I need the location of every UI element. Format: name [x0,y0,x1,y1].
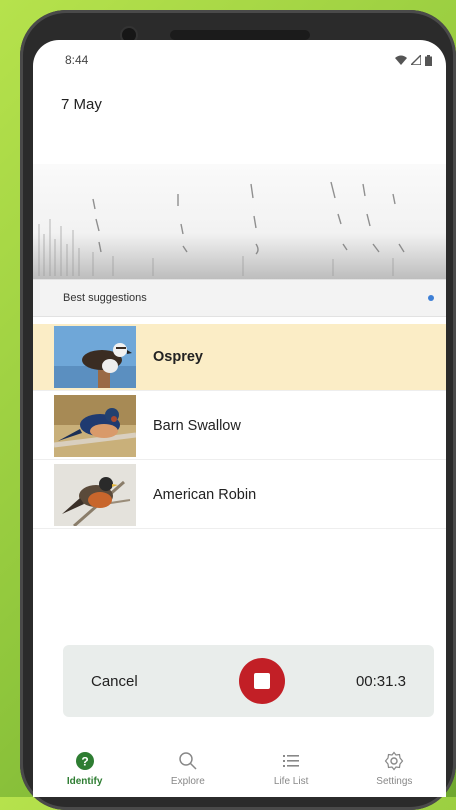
spectrogram [33,164,446,279]
battery-icon [425,54,432,66]
svg-text:?: ? [81,755,88,769]
suggestion-list: Osprey Barn Swallow American Robin [33,324,446,531]
suggestions-header: Best suggestions [33,279,446,317]
status-time: 8:44 [65,53,89,67]
list-item-barn-swallow[interactable]: Barn Swallow [33,393,446,460]
signal-icon [411,55,421,65]
bottom-navigation: ? Identify Explore Life List Settings [33,740,446,797]
nav-identify[interactable]: ? Identify [45,750,125,787]
osprey-thumbnail [54,326,136,388]
nav-label: Settings [376,776,413,787]
nav-settings[interactable]: Settings [354,750,434,787]
cancel-button[interactable]: Cancel [91,673,138,690]
identify-icon: ? [75,750,95,772]
barn-swallow-thumbnail [54,395,136,457]
phone-speaker [170,30,310,40]
american-robin-thumbnail [54,464,136,526]
stop-recording-button[interactable] [238,658,285,704]
bird-name: American Robin [153,487,257,503]
suggestions-title: Best suggestions [63,292,147,304]
nav-label: Life List [273,776,309,787]
spectrogram-graph [33,164,446,279]
recording-controls: Cancel 00:31.3 [63,645,434,717]
nav-label: Explore [170,776,205,787]
bird-name: Osprey [153,349,203,365]
bird-name: Barn Swallow [153,418,241,434]
nav-explore[interactable]: Explore [148,750,228,787]
status-icons [395,54,432,66]
nav-label: Identify [66,776,103,787]
nav-life-list[interactable]: Life List [251,750,331,787]
stop-icon [253,673,270,689]
info-dot-icon [428,295,434,301]
list-icon [281,750,301,772]
list-item-american-robin[interactable]: American Robin [33,462,446,529]
list-item-osprey[interactable]: Osprey [33,324,446,391]
wifi-icon [395,55,407,65]
recording-date: 7 May [61,96,102,113]
app-screen: 8:44 7 May Best suggestions Osprey Barn … [33,40,446,797]
search-icon [178,750,198,772]
recording-timer: 00:31.3 [355,672,406,690]
status-bar: 8:44 [33,40,446,80]
gear-icon [384,750,404,772]
